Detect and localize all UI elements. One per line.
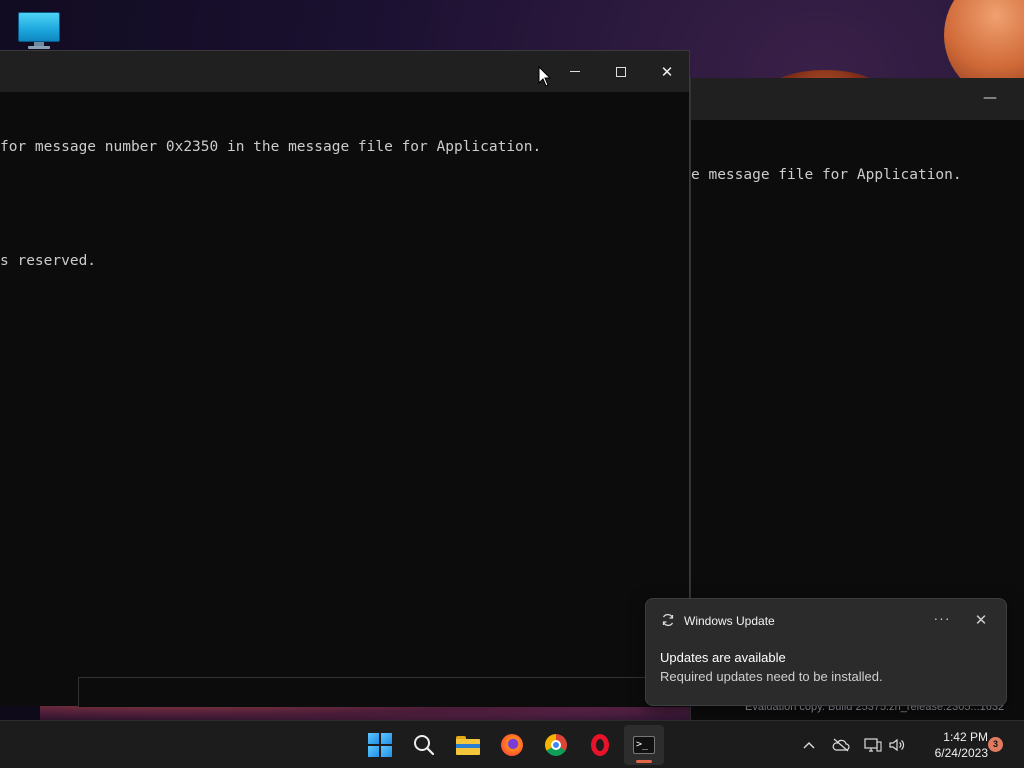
terminal-scroll-area <box>78 677 690 707</box>
search-button[interactable] <box>404 725 444 765</box>
network-icon <box>864 738 882 752</box>
notification-app-name: Windows Update <box>684 614 775 628</box>
volume-button[interactable] <box>886 721 908 768</box>
chrome-icon <box>545 734 567 756</box>
start-button[interactable] <box>360 725 400 765</box>
terminal-titlebar[interactable]: ✕ <box>0 51 689 92</box>
notification-close-button[interactable]: ✕ <box>971 611 991 631</box>
monitor-base <box>28 46 50 49</box>
taskbar: >_ 1:42 PM 6/24/2023 3 <box>0 720 1024 768</box>
firefox-icon <box>501 734 523 756</box>
active-indicator <box>636 760 652 763</box>
minimize-icon <box>570 71 580 72</box>
terminal-line: e message file for Application. <box>691 167 962 183</box>
clock-date: 6/24/2023 <box>934 746 988 760</box>
notification-toast[interactable]: Windows Update ··· ✕ Updates are availab… <box>645 598 1007 706</box>
notification-title: Updates are available <box>660 650 786 665</box>
sync-icon <box>660 613 676 629</box>
notification-badge[interactable]: 3 <box>988 737 1003 752</box>
clock-time: 1:42 PM <box>943 730 988 744</box>
windows-icon <box>368 733 392 757</box>
maximize-button[interactable] <box>598 51 644 92</box>
firefox-button[interactable] <box>492 725 532 765</box>
terminal-icon: >_ <box>633 736 655 754</box>
speaker-icon <box>889 738 905 752</box>
network-button[interactable] <box>862 721 884 768</box>
monitor-screen <box>18 12 60 42</box>
terminal-titlebar-back[interactable]: — <box>691 78 1024 120</box>
terminal-output[interactable]: for message number 0x2350 in the message… <box>0 92 689 309</box>
close-icon: ✕ <box>660 62 674 81</box>
opera-icon <box>591 734 609 756</box>
folder-icon <box>456 735 480 755</box>
terminal-taskbar-button[interactable]: >_ <box>624 725 664 765</box>
this-pc-icon[interactable] <box>16 10 62 50</box>
notification-body: Required updates need to be installed. <box>660 669 883 684</box>
more-options-button[interactable]: ··· <box>932 611 952 629</box>
cloud-offline-icon <box>832 738 850 752</box>
terminal-window-front[interactable]: ✕ for message number 0x2350 in the messa… <box>0 50 690 707</box>
clock-button[interactable]: 1:42 PM 6/24/2023 <box>912 729 988 761</box>
search-icon <box>414 735 435 756</box>
mouse-cursor-icon <box>538 66 552 87</box>
maximize-icon <box>616 66 626 77</box>
show-hidden-icons-button[interactable] <box>798 721 820 768</box>
minimize-button[interactable] <box>552 51 598 92</box>
chrome-button[interactable] <box>536 725 576 765</box>
chevron-up-icon <box>803 742 815 749</box>
minimize-button[interactable]: — <box>978 86 1002 110</box>
file-explorer-button[interactable] <box>448 725 488 765</box>
onedrive-button[interactable] <box>830 721 852 768</box>
close-button[interactable]: ✕ <box>644 51 690 92</box>
opera-button[interactable] <box>580 725 620 765</box>
terminal-line: for message number 0x2350 in the message… <box>0 139 542 155</box>
terminal-output-back[interactable]: e message file for Application. <box>691 120 1024 223</box>
terminal-line: s reserved. <box>0 253 97 269</box>
